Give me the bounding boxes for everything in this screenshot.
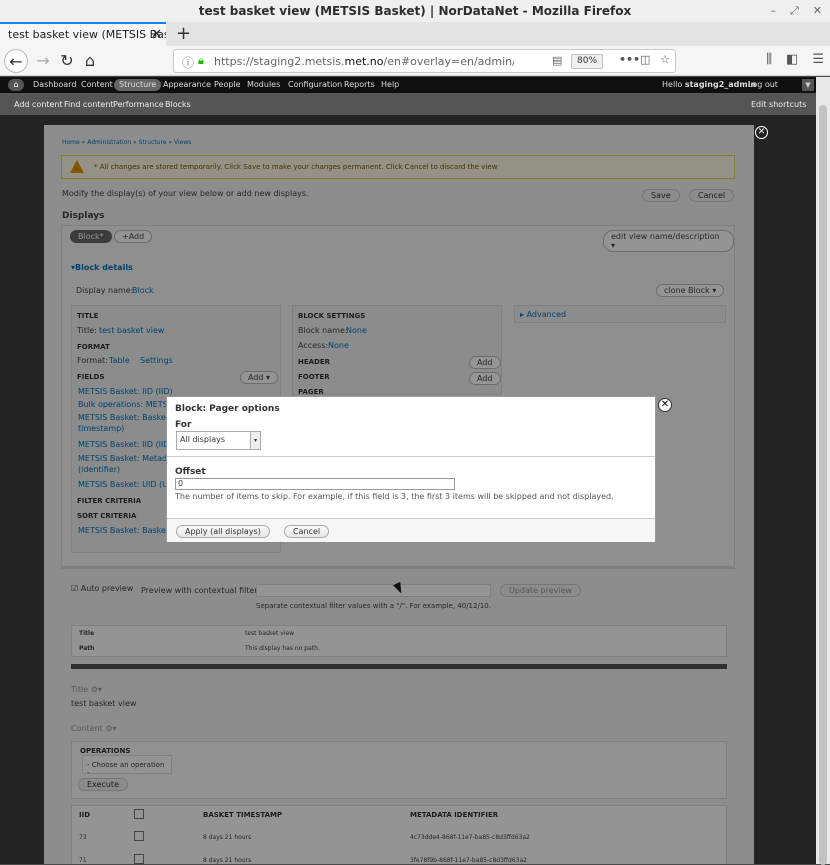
minimize-icon[interactable]: – <box>770 0 776 22</box>
for-label: For <box>175 420 192 430</box>
window-titlebar: test basket view (METSIS Basket) | NorDa… <box>0 0 830 22</box>
pocket-icon[interactable]: ◫ <box>640 53 650 66</box>
browser-toolbar-icons: ⫼ ◧ ☰ <box>766 52 824 67</box>
window-controls: – ⤢ ✕ <box>770 0 822 22</box>
shortcut-blocks[interactable]: Blocks <box>165 100 191 109</box>
sidebar-icon[interactable]: ◧ <box>786 52 798 67</box>
menu-icon[interactable]: ☰ <box>812 52 824 67</box>
shortcut-find-content[interactable]: Find content <box>64 100 114 109</box>
for-select[interactable]: All displays ▾ <box>176 431 261 450</box>
toolbar-item-help[interactable]: Help <box>381 80 399 89</box>
library-icon[interactable]: ⫼ <box>766 52 772 67</box>
reload-icon[interactable]: ↻ <box>55 49 79 73</box>
url-text[interactable]: https://staging2.metsis.met.no/en#overla… <box>214 55 514 68</box>
shortcut-performance[interactable]: Performance <box>113 100 164 109</box>
dialog-footer: Apply (all displays) Cancel <box>167 518 655 542</box>
dialog-title: Block: Pager options <box>175 404 280 414</box>
offset-description: The number of items to skip. For example… <box>175 492 614 501</box>
dialog-separator <box>167 456 655 457</box>
overlay-close-icon[interactable]: ✕ <box>755 126 768 139</box>
dialog-close-icon[interactable]: ✕ <box>658 398 672 412</box>
offset-label: Offset <box>175 467 206 477</box>
admin-toolbar: ⌂ Dashboard Content Structure Appearance… <box>0 77 816 93</box>
chevron-down-icon: ▾ <box>250 432 260 449</box>
restore-icon[interactable]: ⤢ <box>790 0 799 22</box>
close-window-icon[interactable]: ✕ <box>813 0 822 22</box>
toolbar-item-content[interactable]: Content <box>81 80 113 89</box>
edit-shortcuts-link[interactable]: Edit shortcuts <box>751 100 806 109</box>
toolbar-item-configuration[interactable]: Configuration <box>288 80 342 89</box>
offset-input[interactable]: 0 <box>175 478 455 490</box>
tab-label: test basket view (METSIS Basket) <box>8 28 166 41</box>
back-icon[interactable]: ← <box>4 49 28 73</box>
forward-icon[interactable]: → <box>31 49 55 73</box>
toolbar-item-reports[interactable]: Reports <box>344 80 375 89</box>
toolbar-item-people[interactable]: People <box>214 80 241 89</box>
toolbar-drawer-icon[interactable]: ▼ <box>802 79 814 91</box>
user-greeting: Hello staging2_admin <box>662 80 757 89</box>
browser-tab[interactable]: test basket view (METSIS Basket) ✕ <box>0 22 166 46</box>
new-tab-icon[interactable]: + <box>176 23 191 44</box>
lock-icon[interactable]: 🔒︎ <box>198 54 204 68</box>
pager-options-dialog: Block: Pager options ✕ For All displays … <box>166 396 672 542</box>
home-icon[interactable]: ⌂ <box>78 49 102 73</box>
page-scrollbar[interactable] <box>816 77 830 865</box>
dialog-cancel-button[interactable]: Cancel <box>284 525 330 538</box>
toolbar-item-structure[interactable]: Structure <box>114 79 162 91</box>
toolbar-item-dashboard[interactable]: Dashboard <box>33 80 76 89</box>
username[interactable]: staging2_admin <box>685 80 756 89</box>
for-select-value: All displays <box>180 435 226 444</box>
apply-all-displays-button[interactable]: Apply (all displays) <box>176 525 270 538</box>
close-tab-icon[interactable]: ✕ <box>151 27 162 42</box>
page-actions-icon[interactable]: ••• <box>619 53 640 66</box>
toolbar-item-modules[interactable]: Modules <box>247 80 280 89</box>
toolbar-item-appearance[interactable]: Appearance <box>163 80 211 89</box>
zoom-level[interactable]: 80% <box>571 54 604 69</box>
tab-bar: test basket view (METSIS Basket) ✕ + <box>0 22 830 46</box>
shortcut-add-content[interactable]: Add content <box>14 100 63 109</box>
logout-link[interactable]: Log out <box>748 80 778 89</box>
scrollbar-thumb[interactable] <box>819 105 827 865</box>
shortcuts-bar: Add content Find content Performance Blo… <box>0 93 816 115</box>
bookmark-star-icon[interactable]: ☆ <box>660 53 670 66</box>
url-bar[interactable]: ⓘ 🔒︎ https://staging2.metsis.met.no/en#o… <box>173 49 676 73</box>
info-icon[interactable]: ⓘ <box>182 54 194 71</box>
navigation-bar: ← → ↻ ⌂ ⓘ 🔒︎ https://staging2.metsis.met… <box>0 46 830 76</box>
home-icon[interactable]: ⌂ <box>8 79 24 91</box>
window-title: test basket view (METSIS Basket) | NorDa… <box>198 4 632 18</box>
reader-view-icon[interactable]: ▤ <box>552 54 562 67</box>
